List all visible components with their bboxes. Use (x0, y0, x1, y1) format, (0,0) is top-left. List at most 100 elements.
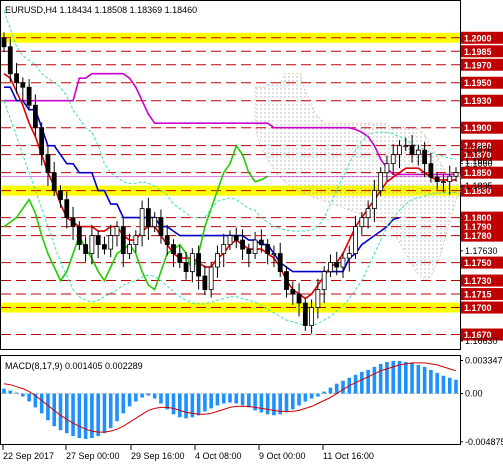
level-label: 1.1900 (464, 123, 492, 133)
candle-body (215, 253, 220, 268)
level-label: 1.1780 (464, 231, 492, 241)
candle-body (202, 275, 208, 290)
macd-histogram-bar (259, 393, 264, 413)
candle-body (296, 293, 302, 304)
macd-histogram-bar (391, 360, 396, 394)
candle-body (252, 239, 258, 254)
candle-body (384, 163, 390, 174)
candle-body (434, 176, 440, 183)
candle-body (95, 235, 101, 245)
level-label: 1.1850 (464, 168, 492, 178)
candle-body (89, 235, 95, 254)
candle-body (14, 73, 19, 84)
macd-histogram-bar (454, 379, 458, 394)
candle-body (196, 253, 202, 277)
candle-body (114, 226, 120, 237)
macd-histogram-bar (303, 393, 308, 402)
macd-histogram-bar (297, 393, 301, 406)
macd-tick-label: 0.00 (465, 389, 483, 399)
macd-histogram-bar (14, 392, 19, 394)
candle-body (403, 145, 409, 148)
price-tick-label: 1.1835 (465, 181, 493, 191)
macd-histogram-bar (372, 366, 377, 394)
macd-label: MACD(8,17,9) 0.001405 0.002289 (5, 361, 143, 371)
macd-histogram-bar (410, 362, 414, 394)
candle-body (164, 235, 170, 245)
macd-histogram-bar (422, 366, 427, 394)
candle-body (177, 253, 183, 263)
level-label: 1.1750 (464, 258, 492, 268)
candle-body (346, 253, 352, 259)
macd-histogram-bar (290, 393, 295, 410)
price-tick-label: 1.1876 (465, 144, 493, 154)
macd-histogram-bar (272, 393, 276, 416)
candle-body (64, 199, 70, 219)
time-axis: 22 Sep 2017 27 Sep 00:00 29 Sep 16:00 4 Oct… (2, 445, 374, 461)
macd-histogram-bar (196, 393, 201, 416)
candle-body (133, 235, 139, 245)
candle-body (409, 145, 415, 156)
time-tick-label: 22 Sep 2017 (3, 451, 54, 461)
macd-tick-label: 0.003347 (465, 356, 503, 366)
candle-body (102, 244, 107, 250)
candle-body (20, 82, 26, 88)
macd-histogram-bar (240, 393, 245, 406)
macd-histogram-bar (228, 393, 232, 403)
candle-body (158, 217, 164, 237)
candle-body (315, 289, 321, 308)
macd-histogram-bar (8, 390, 13, 394)
macd-histogram-bar (221, 393, 226, 404)
macd-histogram-bar (416, 364, 421, 394)
macd-histogram-bar (360, 371, 364, 394)
macd-histogram-bar (64, 393, 69, 434)
macd-histogram-bar (77, 393, 82, 439)
level-label: 1.1730 (464, 276, 492, 286)
candle-body (39, 127, 45, 156)
macd-histogram-bar (429, 369, 433, 394)
level-label: 1.1715 (464, 290, 492, 300)
macd-indicator (1, 360, 460, 440)
macd-histogram-bar (184, 393, 188, 419)
macd-histogram-bar (108, 393, 113, 429)
macd-histogram-bar (209, 393, 213, 409)
candle-body (277, 253, 283, 272)
price-tick-label: 1.1860 (465, 159, 493, 169)
macd-histogram-bar (353, 374, 358, 394)
macd-histogram-bar (334, 383, 339, 394)
macd-histogram-bar (328, 387, 333, 394)
candle-body (441, 181, 446, 184)
macd-histogram-bar (341, 380, 345, 394)
candle-body (70, 217, 76, 228)
macd-histogram-bar (96, 393, 100, 437)
macd-histogram-bar (83, 393, 88, 440)
candle-body (45, 154, 51, 174)
candle-body (328, 262, 333, 272)
candle-body (127, 244, 132, 254)
candle-body (371, 190, 377, 210)
candle-body (139, 208, 145, 237)
level-label: 1.1985 (464, 47, 492, 57)
candle-body (397, 145, 402, 156)
candle-body (26, 86, 32, 106)
candle-body (246, 248, 252, 254)
candle-body (145, 208, 151, 228)
candle-body (359, 217, 365, 228)
macd-axis: 0.003347 0.00 -0.004875 (460, 356, 503, 447)
candle-body (1, 37, 7, 48)
candle-body (183, 262, 189, 272)
time-tick-label: 27 Sep 00:00 (66, 451, 120, 461)
candle-body (233, 235, 239, 241)
price-tick-label: 1.16630 (465, 336, 498, 346)
candle-body (227, 235, 233, 245)
candle-body (302, 302, 308, 326)
candle-body (415, 149, 421, 156)
candle-body (271, 253, 277, 255)
candle-body (58, 190, 63, 201)
candle-body (32, 104, 38, 129)
candle-body (189, 253, 195, 272)
macd-histogram-bar (177, 393, 182, 418)
macd-tick-label: -0.004875 (465, 437, 503, 447)
candle-body (290, 289, 296, 295)
level-label: 1.1950 (464, 78, 492, 88)
macd-histogram-bar (247, 393, 251, 408)
